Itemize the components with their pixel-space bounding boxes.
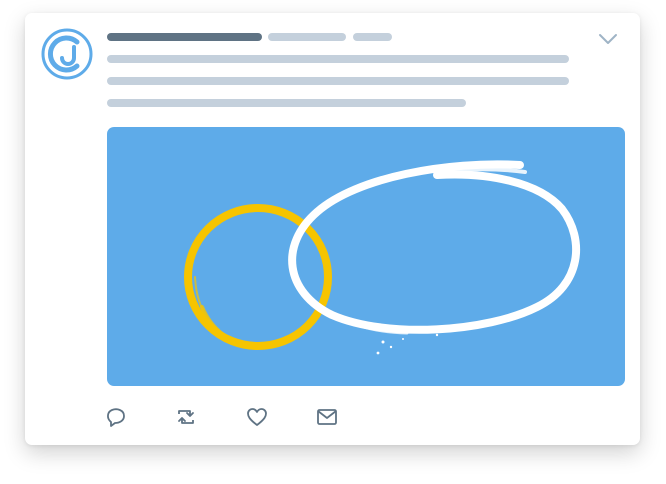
yellow-brush-circle [184, 204, 332, 350]
tweet-actions [105, 406, 385, 428]
brand-logo-icon [41, 28, 93, 80]
timestamp-placeholder [353, 33, 392, 41]
tweet-media-image[interactable] [107, 127, 625, 386]
white-brush-ellipse [288, 160, 581, 355]
chevron-down-icon [599, 34, 617, 44]
reply-button[interactable] [105, 406, 127, 428]
like-icon [247, 408, 267, 426]
message-button[interactable] [316, 406, 338, 428]
tweet-text-line-placeholder [107, 99, 466, 107]
author-handle-placeholder [268, 33, 346, 41]
tweet-text-line-placeholder [107, 77, 569, 85]
author-name-placeholder [107, 33, 262, 41]
retweet-button[interactable] [175, 406, 197, 428]
message-icon [317, 409, 337, 425]
tweet-menu-button[interactable] [598, 32, 618, 46]
reply-icon [107, 408, 125, 427]
like-button[interactable] [246, 406, 268, 428]
retweet-icon [178, 410, 194, 424]
tweet-text-line-placeholder [107, 55, 569, 63]
avatar[interactable] [41, 28, 93, 80]
tweet-card [25, 13, 640, 445]
circles-illustration [184, 160, 581, 355]
